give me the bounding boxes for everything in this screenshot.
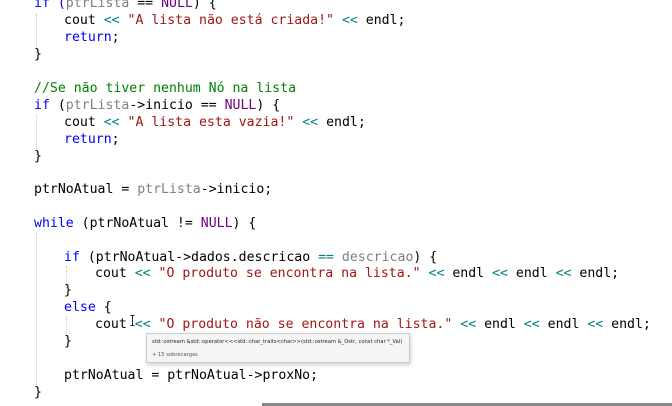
operator: << xyxy=(555,266,572,281)
string-literal: "O produto não se encontra na lista." xyxy=(158,317,453,332)
code-text: } xyxy=(34,47,42,62)
indent-guide xyxy=(36,233,37,389)
string-literal: "A lista esta vazia!" xyxy=(127,115,295,130)
code-text: == xyxy=(129,0,162,11)
code-line[interactable]: return; xyxy=(64,131,120,148)
code-line[interactable]: //Se não tiver nenhum Nó na lista xyxy=(34,80,296,97)
keyword: if ( xyxy=(34,0,66,11)
code-line[interactable]: cout << "A lista esta vazia!" << endl; xyxy=(64,114,366,131)
code-text: ) { xyxy=(232,216,257,231)
code-line[interactable]: cout << "O produto se encontra na lista.… xyxy=(95,265,619,282)
operator: << xyxy=(302,115,319,130)
code-text: ->inicio; xyxy=(200,182,273,197)
code-text: endl xyxy=(539,317,588,332)
code-text: cout xyxy=(95,266,135,281)
operator: << xyxy=(523,317,540,332)
code-text: ; xyxy=(111,132,120,147)
code-text: endl; xyxy=(603,317,651,332)
code-line[interactable]: return; xyxy=(64,29,120,46)
text-cursor-icon xyxy=(130,315,135,326)
code-line[interactable]: } xyxy=(34,384,42,401)
code-line[interactable]: if (ptrLista == NULL) { xyxy=(34,0,217,12)
parameter: ptrLista xyxy=(65,98,130,113)
keyword: while xyxy=(34,216,74,231)
operator: << xyxy=(103,13,120,28)
code-text: ) { xyxy=(256,98,281,113)
keyword: return xyxy=(64,30,112,45)
macro: NULL xyxy=(200,216,233,231)
macro: NULL xyxy=(224,98,257,113)
code-text: endl; xyxy=(318,115,366,130)
code-text: cout xyxy=(64,13,104,28)
code-text: ( xyxy=(49,98,66,113)
code-text: ptrNoAtual = xyxy=(34,182,138,197)
code-line[interactable]: } xyxy=(64,282,72,299)
operator: << xyxy=(341,13,358,28)
code-text: ->inicio == xyxy=(129,98,225,113)
parameter: ptrLista xyxy=(65,0,130,11)
code-line[interactable]: cout << "O produto não se encontra na li… xyxy=(95,316,651,333)
code-line[interactable]: } xyxy=(34,46,42,63)
code-line[interactable]: else { xyxy=(64,299,112,316)
code-text: ptrNoAtual = ptrNoAtual->proxNo; xyxy=(64,368,319,383)
operator: << xyxy=(134,317,151,332)
code-text: (ptrNoAtual != xyxy=(73,216,201,231)
operator: == xyxy=(318,250,334,265)
operator: << xyxy=(460,317,477,332)
operator: << xyxy=(587,317,604,332)
code-line[interactable]: ptrNoAtual = ptrLista->inicio; xyxy=(34,181,272,198)
code-text: cout xyxy=(95,317,135,332)
code-text: endl; xyxy=(357,13,406,28)
code-text: } xyxy=(34,385,42,400)
code-text: endl xyxy=(476,317,524,332)
comment: //Se não tiver nenhum Nó na lista xyxy=(34,81,297,96)
operator: << xyxy=(428,266,445,281)
tooltip-signature: std::ostream &std::operator<<<std::char_… xyxy=(152,339,403,345)
code-text: ; xyxy=(111,30,120,45)
code-text: (ptrNoAtual->dados.descricao xyxy=(79,250,319,265)
keyword: if xyxy=(34,98,50,113)
code-text: { xyxy=(95,300,112,315)
code-line[interactable]: } xyxy=(34,148,42,165)
code-text: } xyxy=(34,149,42,164)
code-line[interactable]: if (ptrLista->inicio == NULL) { xyxy=(34,97,280,114)
tooltip-overloads: + 15 sobrecargas xyxy=(152,352,198,358)
code-line[interactable]: cout << "A lista não está criada!" << en… xyxy=(64,12,405,29)
code-line[interactable]: if (ptrNoAtual->dados.descricao == descr… xyxy=(64,249,437,266)
string-literal: "A lista não está criada!" xyxy=(127,13,334,28)
operator: << xyxy=(492,266,508,281)
code-text: endl xyxy=(444,266,493,281)
code-text: cout xyxy=(64,115,104,130)
code-text: endl xyxy=(507,266,556,281)
macro: NULL xyxy=(161,0,193,11)
parameter: ptrLista xyxy=(137,182,201,197)
code-text: } xyxy=(64,334,72,349)
quick-info-tooltip: std::ostream &std::operator<<<std::char_… xyxy=(146,333,410,363)
code-text: } xyxy=(64,283,72,298)
code-text: ) { xyxy=(413,250,438,265)
code-line[interactable]: ptrNoAtual = ptrNoAtual->proxNo; xyxy=(64,367,318,384)
keyword: else xyxy=(64,300,96,315)
keyword: if xyxy=(64,250,80,265)
operator: << xyxy=(103,115,120,130)
code-text: endl; xyxy=(571,266,620,281)
code-line[interactable]: while (ptrNoAtual != NULL) { xyxy=(34,215,256,232)
code-editor[interactable]: if (ptrLista == NULL) { cout << "A lista… xyxy=(0,0,672,406)
code-text: ) { xyxy=(192,0,217,11)
keyword: return xyxy=(64,132,112,147)
string-literal: "O produto se encontra na lista." xyxy=(158,266,421,281)
operator: << xyxy=(134,266,151,281)
parameter: descricao xyxy=(341,250,414,265)
code-line[interactable]: } xyxy=(64,333,72,350)
